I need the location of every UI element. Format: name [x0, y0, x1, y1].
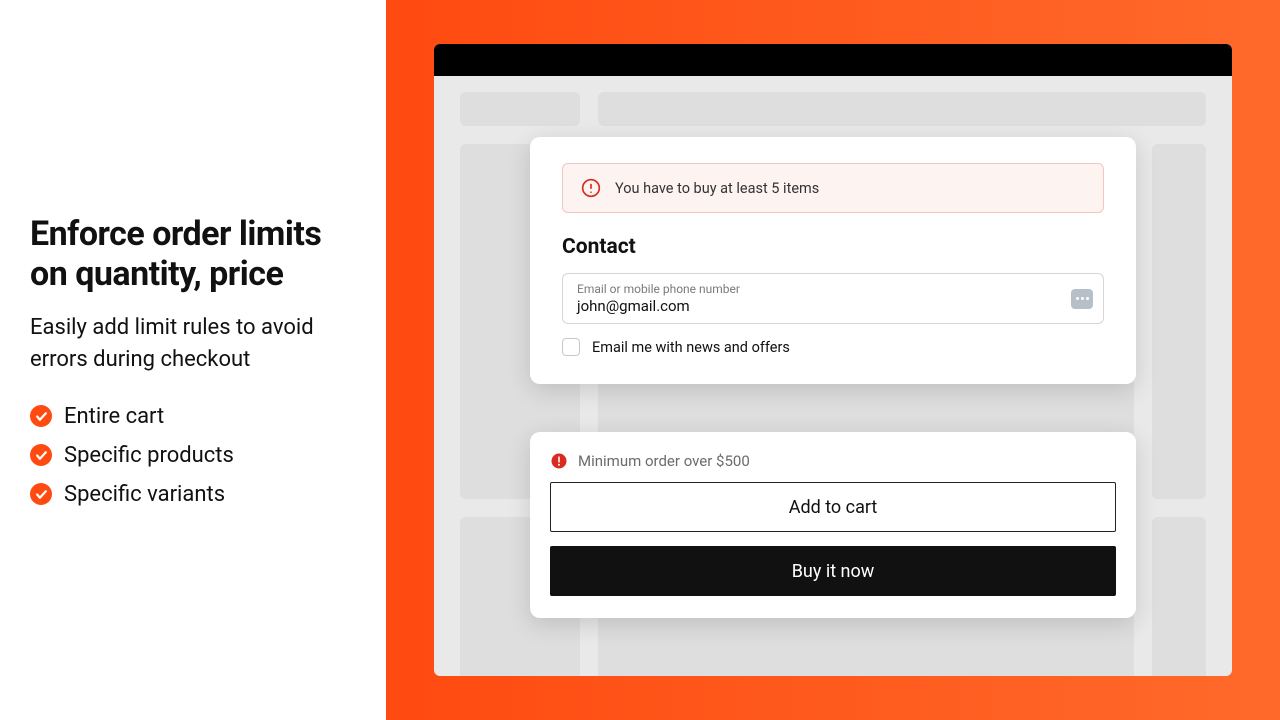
- skeleton-card: [1152, 144, 1206, 499]
- error-alert-text: You have to buy at least 5 items: [615, 180, 819, 197]
- feature-list: Entire cart Specific products Specific v…: [30, 404, 356, 507]
- minimum-order-warning: Minimum order over $500: [550, 452, 1116, 470]
- product-actions-card: Minimum order over $500 Add to cart Buy …: [530, 432, 1136, 618]
- skeleton-bar: [598, 92, 1206, 126]
- email-field-value: john@gmail.com: [577, 297, 1059, 315]
- feature-label: Specific products: [64, 443, 234, 468]
- preview-stage: You have to buy at least 5 items Contact…: [434, 44, 1232, 676]
- email-field[interactable]: Email or mobile phone number john@gmail.…: [562, 273, 1104, 324]
- add-to-cart-button[interactable]: Add to cart: [550, 482, 1116, 532]
- feature-item: Entire cart: [30, 404, 356, 429]
- checkbox-label: Email me with news and offers: [592, 339, 790, 356]
- buy-it-now-label: Buy it now: [792, 561, 875, 582]
- preview-panel: You have to buy at least 5 items Contact…: [386, 0, 1280, 720]
- minimum-order-warning-text: Minimum order over $500: [578, 452, 750, 470]
- feature-label: Entire cart: [64, 404, 164, 429]
- feature-label: Specific variants: [64, 482, 225, 507]
- buy-it-now-button[interactable]: Buy it now: [550, 546, 1116, 596]
- add-to-cart-label: Add to cart: [789, 497, 878, 518]
- error-solid-icon: [550, 452, 568, 470]
- marketing-left-panel: Enforce order limits on quantity, price …: [0, 0, 386, 720]
- subline: Easily add limit rules to avoid errors d…: [30, 312, 356, 376]
- check-icon: [30, 444, 52, 466]
- checkout-contact-card: You have to buy at least 5 items Contact…: [530, 137, 1136, 384]
- news-offers-checkbox[interactable]: Email me with news and offers: [562, 338, 1104, 356]
- email-field-label: Email or mobile phone number: [577, 282, 1059, 296]
- check-icon: [30, 483, 52, 505]
- feature-item: Specific products: [30, 443, 356, 468]
- autofill-icon[interactable]: [1071, 289, 1093, 309]
- skeleton-card: [1152, 517, 1206, 676]
- contact-heading: Contact: [562, 235, 1104, 259]
- alert-circle-icon: [581, 178, 601, 198]
- headline: Enforce order limits on quantity, price: [30, 214, 356, 294]
- skeleton-bar: [460, 92, 580, 126]
- checkbox-box[interactable]: [562, 338, 580, 356]
- check-icon: [30, 405, 52, 427]
- error-alert: You have to buy at least 5 items: [562, 163, 1104, 213]
- feature-item: Specific variants: [30, 482, 356, 507]
